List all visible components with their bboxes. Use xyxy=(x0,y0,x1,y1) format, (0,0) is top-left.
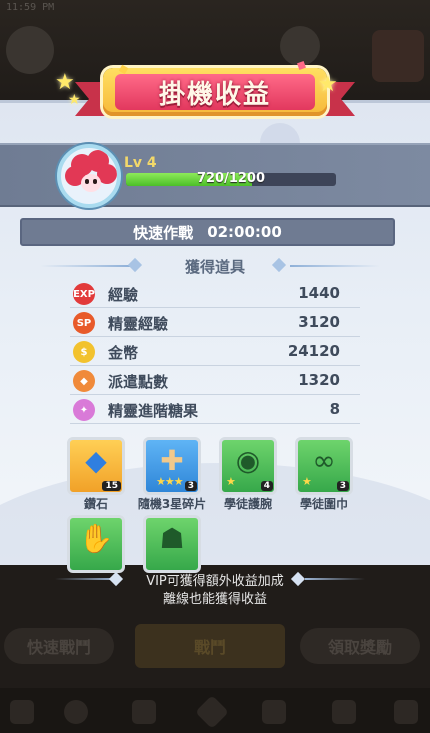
scarf-icon: ∞ xyxy=(312,444,336,477)
gloves-icon: ✋ xyxy=(78,522,114,555)
quick-battle-time: 02:00:00 xyxy=(207,223,282,241)
reward-label: 精靈經驗 xyxy=(108,315,169,333)
reward-value: 1440 xyxy=(298,284,340,302)
nav-icon-5 xyxy=(262,700,286,724)
background-claim-button: 領取獎勵 xyxy=(300,628,420,664)
reward-value: 8 xyxy=(329,400,340,418)
item-label: 鑽石 xyxy=(83,497,108,511)
item-card[interactable]: ◆ 15 xyxy=(67,437,125,495)
diamond-icon: ◆ xyxy=(85,444,107,477)
bracer-icon: ◉ xyxy=(235,444,261,477)
item-count: 4 xyxy=(260,481,273,491)
ribbon-inner: 掛機收益 xyxy=(115,74,315,110)
background-battle-button: 戰鬥 xyxy=(135,624,285,668)
status-time: 11:59 PM xyxy=(6,2,55,13)
quick-battle-label: 快速作戰 xyxy=(133,223,194,242)
sprite-exp-icon: SP xyxy=(73,312,95,334)
nav-icon-7 xyxy=(394,700,418,724)
title-banner: 掛機收益 xyxy=(75,62,355,124)
reward-row: SP 精靈經驗 3120 xyxy=(70,309,360,337)
candy-icon: ✦ xyxy=(73,399,95,421)
avatar-eye xyxy=(93,179,97,184)
star-icon: ★ xyxy=(68,92,81,108)
nav-icon-2 xyxy=(64,700,88,724)
section-title: 獲得道具 xyxy=(184,258,245,276)
item-label: 學徒護腕 xyxy=(223,497,272,511)
rarity-star: ★ xyxy=(302,475,312,488)
star-icon: ★ xyxy=(318,72,338,97)
item-card[interactable]: ◉ ★ 4 xyxy=(219,437,277,495)
reward-value: 3120 xyxy=(298,313,340,331)
xp-text: 720/1200 xyxy=(196,171,266,186)
offline-reward-text: 離線也能獲得收益 xyxy=(162,592,267,607)
reward-label: 精靈進階糖果 xyxy=(108,402,199,420)
reward-row: ◆ 派遣點數 1320 xyxy=(70,367,360,395)
item-label: 學徒圍巾 xyxy=(299,497,348,511)
avatar-face xyxy=(81,174,101,192)
nav-icon-6 xyxy=(332,700,356,724)
rarity-stars: ★★★ xyxy=(156,475,184,488)
background-icon xyxy=(280,26,320,66)
reward-row: EXP 經驗 1440 xyxy=(70,280,360,308)
background-quick-battle-button: 快速戰鬥 xyxy=(4,628,114,664)
panel-decoration xyxy=(0,463,430,565)
reward-value: 24120 xyxy=(287,342,340,360)
coin-icon: $ xyxy=(73,341,95,363)
item-count: 15 xyxy=(102,481,121,491)
rewards-section-header: 獲得道具 xyxy=(0,256,430,276)
reward-label: 金幣 xyxy=(108,344,139,362)
helmet-icon: ☗ xyxy=(159,522,185,555)
item-count: 3 xyxy=(184,481,197,491)
player-avatar xyxy=(57,144,121,208)
item-card[interactable]: ✋ xyxy=(67,515,125,573)
puzzle-piece-icon: ✚ xyxy=(160,444,184,477)
page-title: 掛機收益 xyxy=(158,79,271,110)
reward-value: 1320 xyxy=(298,371,340,389)
quick-battle-bar: 快速作戰 02:00:00 xyxy=(20,218,395,246)
avatar-eye xyxy=(85,179,89,184)
reward-row: ✦ 精靈進階糖果 8 xyxy=(70,396,360,424)
reward-label: 經驗 xyxy=(108,286,139,304)
ribbon-main: 掛機收益 xyxy=(103,68,327,116)
item-card[interactable]: ∞ ★ 3 xyxy=(295,437,353,495)
vip-bonus-text: VIP可獲得額外收益加成 xyxy=(146,574,284,589)
item-count: 3 xyxy=(336,481,349,491)
reward-row: $ 金幣 24120 xyxy=(70,338,360,366)
item-card[interactable]: ☗ xyxy=(143,515,201,573)
dispatch-points-icon: ◆ xyxy=(73,370,95,392)
item-card[interactable]: ✚ ★★★ 3 xyxy=(143,437,201,495)
exp-icon: EXP xyxy=(73,283,95,305)
background-gift-icon xyxy=(372,30,424,82)
nav-icon-3 xyxy=(132,700,156,724)
background-avatar xyxy=(6,26,54,74)
rarity-star: ★ xyxy=(226,475,236,488)
reward-label: 派遣點數 xyxy=(108,373,169,391)
item-label: 隨機3星碎片 xyxy=(137,497,207,511)
nav-icon-1 xyxy=(10,700,34,724)
player-level: Lv 4 xyxy=(124,155,157,171)
